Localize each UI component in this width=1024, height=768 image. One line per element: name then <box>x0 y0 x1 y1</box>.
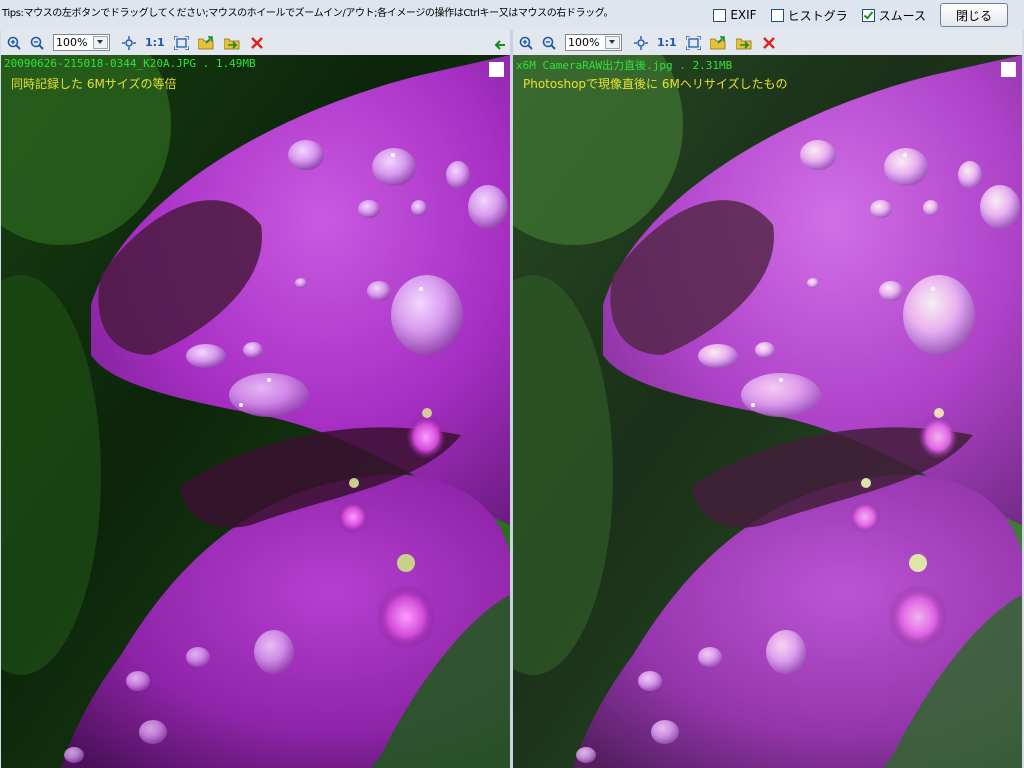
next-file-icon[interactable] <box>735 35 753 51</box>
open-folder-icon[interactable] <box>197 35 215 51</box>
pane-toolbar-right: 100% 1:1 <box>513 30 1022 55</box>
photo-left <box>1 55 510 768</box>
caption-right: Photoshopで現像直後に 6Mヘリサイズしたもの <box>523 77 788 91</box>
fit-window-icon[interactable] <box>122 35 136 51</box>
close-icon[interactable] <box>762 35 776 51</box>
fit-window-icon[interactable] <box>634 35 648 51</box>
smooth-checkbox-box[interactable] <box>861 8 875 22</box>
exif-checkbox-box[interactable] <box>713 8 727 22</box>
caption-left: 同時記録した 6Mサイズの等倍 <box>11 77 177 91</box>
tips-text: Tips:マウスの左ボタンでドラッグしてください;マウスのホイールでズームイン/… <box>2 8 614 19</box>
fullscreen-icon[interactable] <box>173 35 189 51</box>
close-icon[interactable] <box>250 35 264 51</box>
zoom-value: 100% <box>568 36 600 49</box>
one-to-one-button[interactable]: 1:1 <box>145 35 165 51</box>
zoom-select[interactable]: 100% <box>53 34 110 51</box>
one-to-one-button[interactable]: 1:1 <box>657 35 677 51</box>
smooth-checkbox[interactable]: スムース <box>861 7 926 24</box>
image-view-left[interactable]: 20090626-215018-0344_K20A.JPG . 1.49MB 同… <box>1 55 510 768</box>
top-bar: Tips:マウスの左ボタンでドラッグしてください;マウスのホイールでズームイン/… <box>0 0 1024 30</box>
zoom-in-icon[interactable] <box>519 35 533 51</box>
smooth-label: スムース <box>878 8 926 23</box>
open-folder-icon[interactable] <box>709 35 727 51</box>
file-name-right: x6M CameraRAW出力直後.jpg . 2.31MB <box>516 59 733 72</box>
image-pane-left: 100% 1:1 20090626-215018-0344_K20A.JPG .… <box>1 30 510 768</box>
histogram-checkbox-box[interactable] <box>770 8 784 22</box>
next-file-icon[interactable] <box>223 35 241 51</box>
zoom-out-icon[interactable] <box>542 35 556 51</box>
image-view-right[interactable]: x6M CameraRAW出力直後.jpg . 2.31MB Photoshop… <box>513 55 1022 768</box>
file-name-left: 20090626-215018-0344_K20A.JPG . 1.49MB <box>4 57 256 70</box>
select-box-right[interactable] <box>1001 62 1016 77</box>
select-box-left[interactable] <box>489 62 504 77</box>
zoom-select[interactable]: 100% <box>565 34 622 51</box>
back-arrow-icon[interactable] <box>494 36 506 55</box>
fullscreen-icon[interactable] <box>685 35 701 51</box>
options-bar: EXIF ヒストグラ スムース 閉じる <box>713 3 1008 27</box>
zoom-in-icon[interactable] <box>7 35 21 51</box>
pane-toolbar-left: 100% 1:1 <box>1 30 510 55</box>
chevron-down-icon[interactable] <box>93 36 108 49</box>
zoom-value: 100% <box>56 36 88 49</box>
histogram-label: ヒストグラ <box>787 8 848 23</box>
exif-label: EXIF <box>730 8 757 22</box>
close-button[interactable]: 閉じる <box>940 3 1008 27</box>
photo-right <box>513 55 1022 768</box>
image-pane-right: 100% 1:1 x6M CameraRAW出力直後.jpg . 2.31MB … <box>513 30 1022 768</box>
histogram-checkbox[interactable]: ヒストグラ <box>770 7 848 24</box>
exif-checkbox[interactable]: EXIF <box>713 8 757 22</box>
chevron-down-icon[interactable] <box>605 36 620 49</box>
zoom-out-icon[interactable] <box>30 35 44 51</box>
